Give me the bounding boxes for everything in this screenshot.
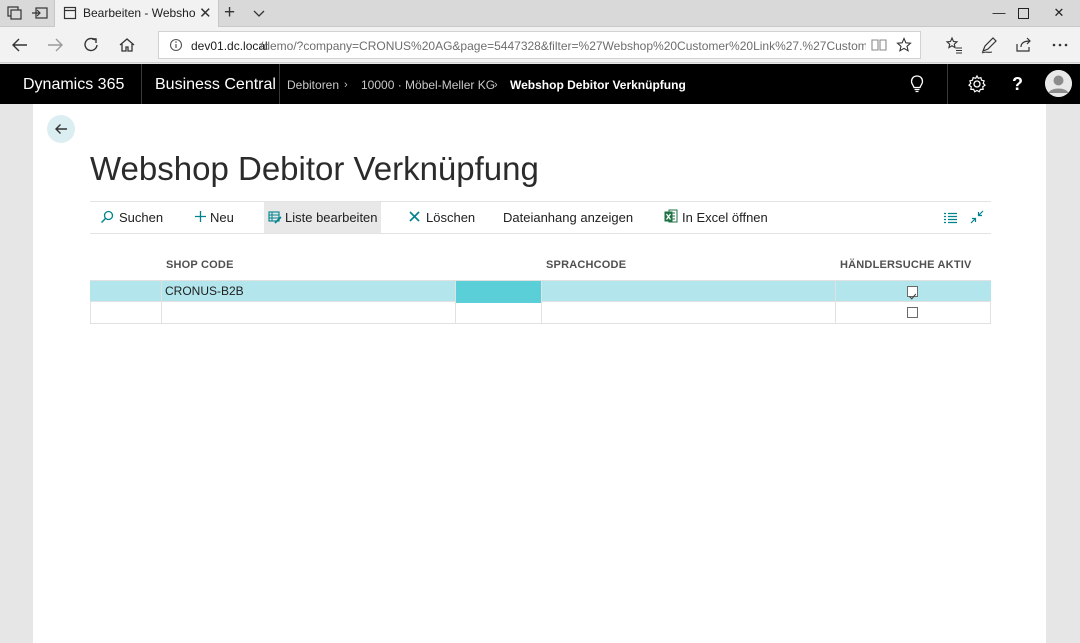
breadcrumb-customer[interactable]: 10000 · Möbel-Meller KG (361, 78, 495, 92)
open-in-excel-button[interactable]: In Excel öffnen (658, 202, 774, 233)
app-name[interactable]: Business Central (155, 76, 276, 94)
empty-cell[interactable] (456, 302, 542, 324)
row-selector-cell[interactable] (90, 281, 162, 303)
help-icon[interactable]: ? (1012, 74, 1023, 95)
chevron-right-icon: › (494, 79, 498, 91)
browser-tab-strip: Bearbeiten - Webshop D ✕ + — ✕ (0, 0, 1080, 27)
close-tab-icon[interactable]: ✕ (199, 4, 212, 22)
browser-nav-bar: dev01.dc.local /demo/?company=CRONUS%20A… (0, 27, 1080, 63)
language-code-cell[interactable] (542, 302, 836, 324)
home-icon[interactable] (116, 35, 138, 55)
gear-icon[interactable] (967, 74, 987, 94)
tab-actions-icon[interactable] (4, 4, 24, 22)
chevron-right-icon: › (344, 79, 348, 91)
browser-tab[interactable]: Bearbeiten - Webshop D ✕ (54, 0, 219, 27)
shop-code-cell[interactable] (162, 302, 456, 324)
arrow-left-icon (55, 124, 67, 134)
divider (141, 64, 142, 104)
excel-icon (664, 209, 678, 223)
new-tab-icon[interactable]: + (224, 2, 235, 24)
new-button[interactable]: Neu (186, 202, 242, 233)
plus-icon (195, 211, 206, 222)
refresh-icon[interactable] (80, 35, 102, 55)
url-path: /demo/?company=CRONUS%20AG&page=5447328&… (260, 39, 866, 53)
column-header-dealer-search[interactable]: HÄNDLERSUCHE AKTIV (840, 259, 972, 271)
dealer-search-cell (836, 281, 991, 303)
address-bar[interactable]: dev01.dc.local /demo/?company=CRONUS%20A… (158, 31, 921, 59)
action-bar: Suchen Neu Liste bearbeiten Löschen Date… (90, 201, 991, 234)
product-name[interactable]: Dynamics 365 (23, 76, 124, 94)
favorite-star-icon[interactable] (896, 37, 912, 53)
table-row[interactable]: CRONUS-B2B (90, 280, 991, 303)
table-row[interactable] (90, 302, 991, 324)
list-view-icon[interactable] (944, 212, 957, 224)
delete-x-icon (409, 211, 420, 222)
dealer-search-cell (836, 302, 991, 324)
more-icon[interactable] (1049, 35, 1071, 55)
chevron-down-icon[interactable] (252, 6, 266, 20)
favorites-hub-icon[interactable] (943, 35, 965, 55)
breadcrumb-debitoren[interactable]: Debitoren (287, 78, 339, 92)
page-icon (63, 6, 77, 20)
edit-list-button[interactable]: Liste bearbeiten (264, 202, 381, 233)
divider (279, 64, 280, 104)
back-arrow-icon[interactable] (9, 35, 31, 55)
breadcrumb-current: Webshop Debitor Verknüpfung (510, 78, 686, 92)
page-content: Webshop Debitor Verknüpfung Suchen Neu L… (33, 104, 1046, 643)
set-tabs-aside-icon[interactable] (30, 4, 50, 22)
collapse-icon[interactable] (970, 210, 984, 224)
column-header-shop-code[interactable]: SHOP CODE (166, 259, 234, 271)
reading-view-icon[interactable] (871, 38, 887, 52)
info-icon[interactable] (169, 38, 183, 52)
share-icon[interactable] (1013, 35, 1035, 55)
dealer-search-checkbox[interactable] (907, 286, 918, 300)
focused-cell[interactable] (456, 281, 542, 303)
tab-title: Bearbeiten - Webshop D (83, 6, 195, 20)
back-button[interactable] (47, 115, 75, 143)
search-icon (101, 210, 114, 223)
dealer-search-checkbox[interactable] (907, 307, 918, 318)
checkmark-icon (909, 293, 917, 300)
search-button[interactable]: Suchen (90, 202, 170, 233)
lightbulb-icon[interactable] (908, 74, 926, 94)
delete-button[interactable]: Löschen (402, 202, 478, 233)
edit-list-icon (268, 211, 282, 224)
divider (947, 64, 948, 104)
column-header-language-code[interactable]: SPRACHCODE (546, 259, 626, 271)
avatar-icon[interactable] (1045, 70, 1072, 97)
show-attachment-button[interactable]: Dateianhang anzeigen (495, 202, 635, 233)
forward-arrow-icon[interactable] (44, 35, 66, 55)
row-selector-cell[interactable] (90, 302, 162, 324)
close-window-icon[interactable]: ✕ (1036, 0, 1080, 27)
page-title: Webshop Debitor Verknüpfung (90, 150, 539, 187)
pen-notes-icon[interactable] (978, 35, 1000, 55)
language-code-cell[interactable] (542, 281, 836, 303)
shop-code-cell[interactable]: CRONUS-B2B (162, 281, 456, 303)
url-host: dev01.dc.local (191, 39, 268, 53)
app-bar: Dynamics 365 Business Central Debitoren … (0, 64, 1080, 104)
